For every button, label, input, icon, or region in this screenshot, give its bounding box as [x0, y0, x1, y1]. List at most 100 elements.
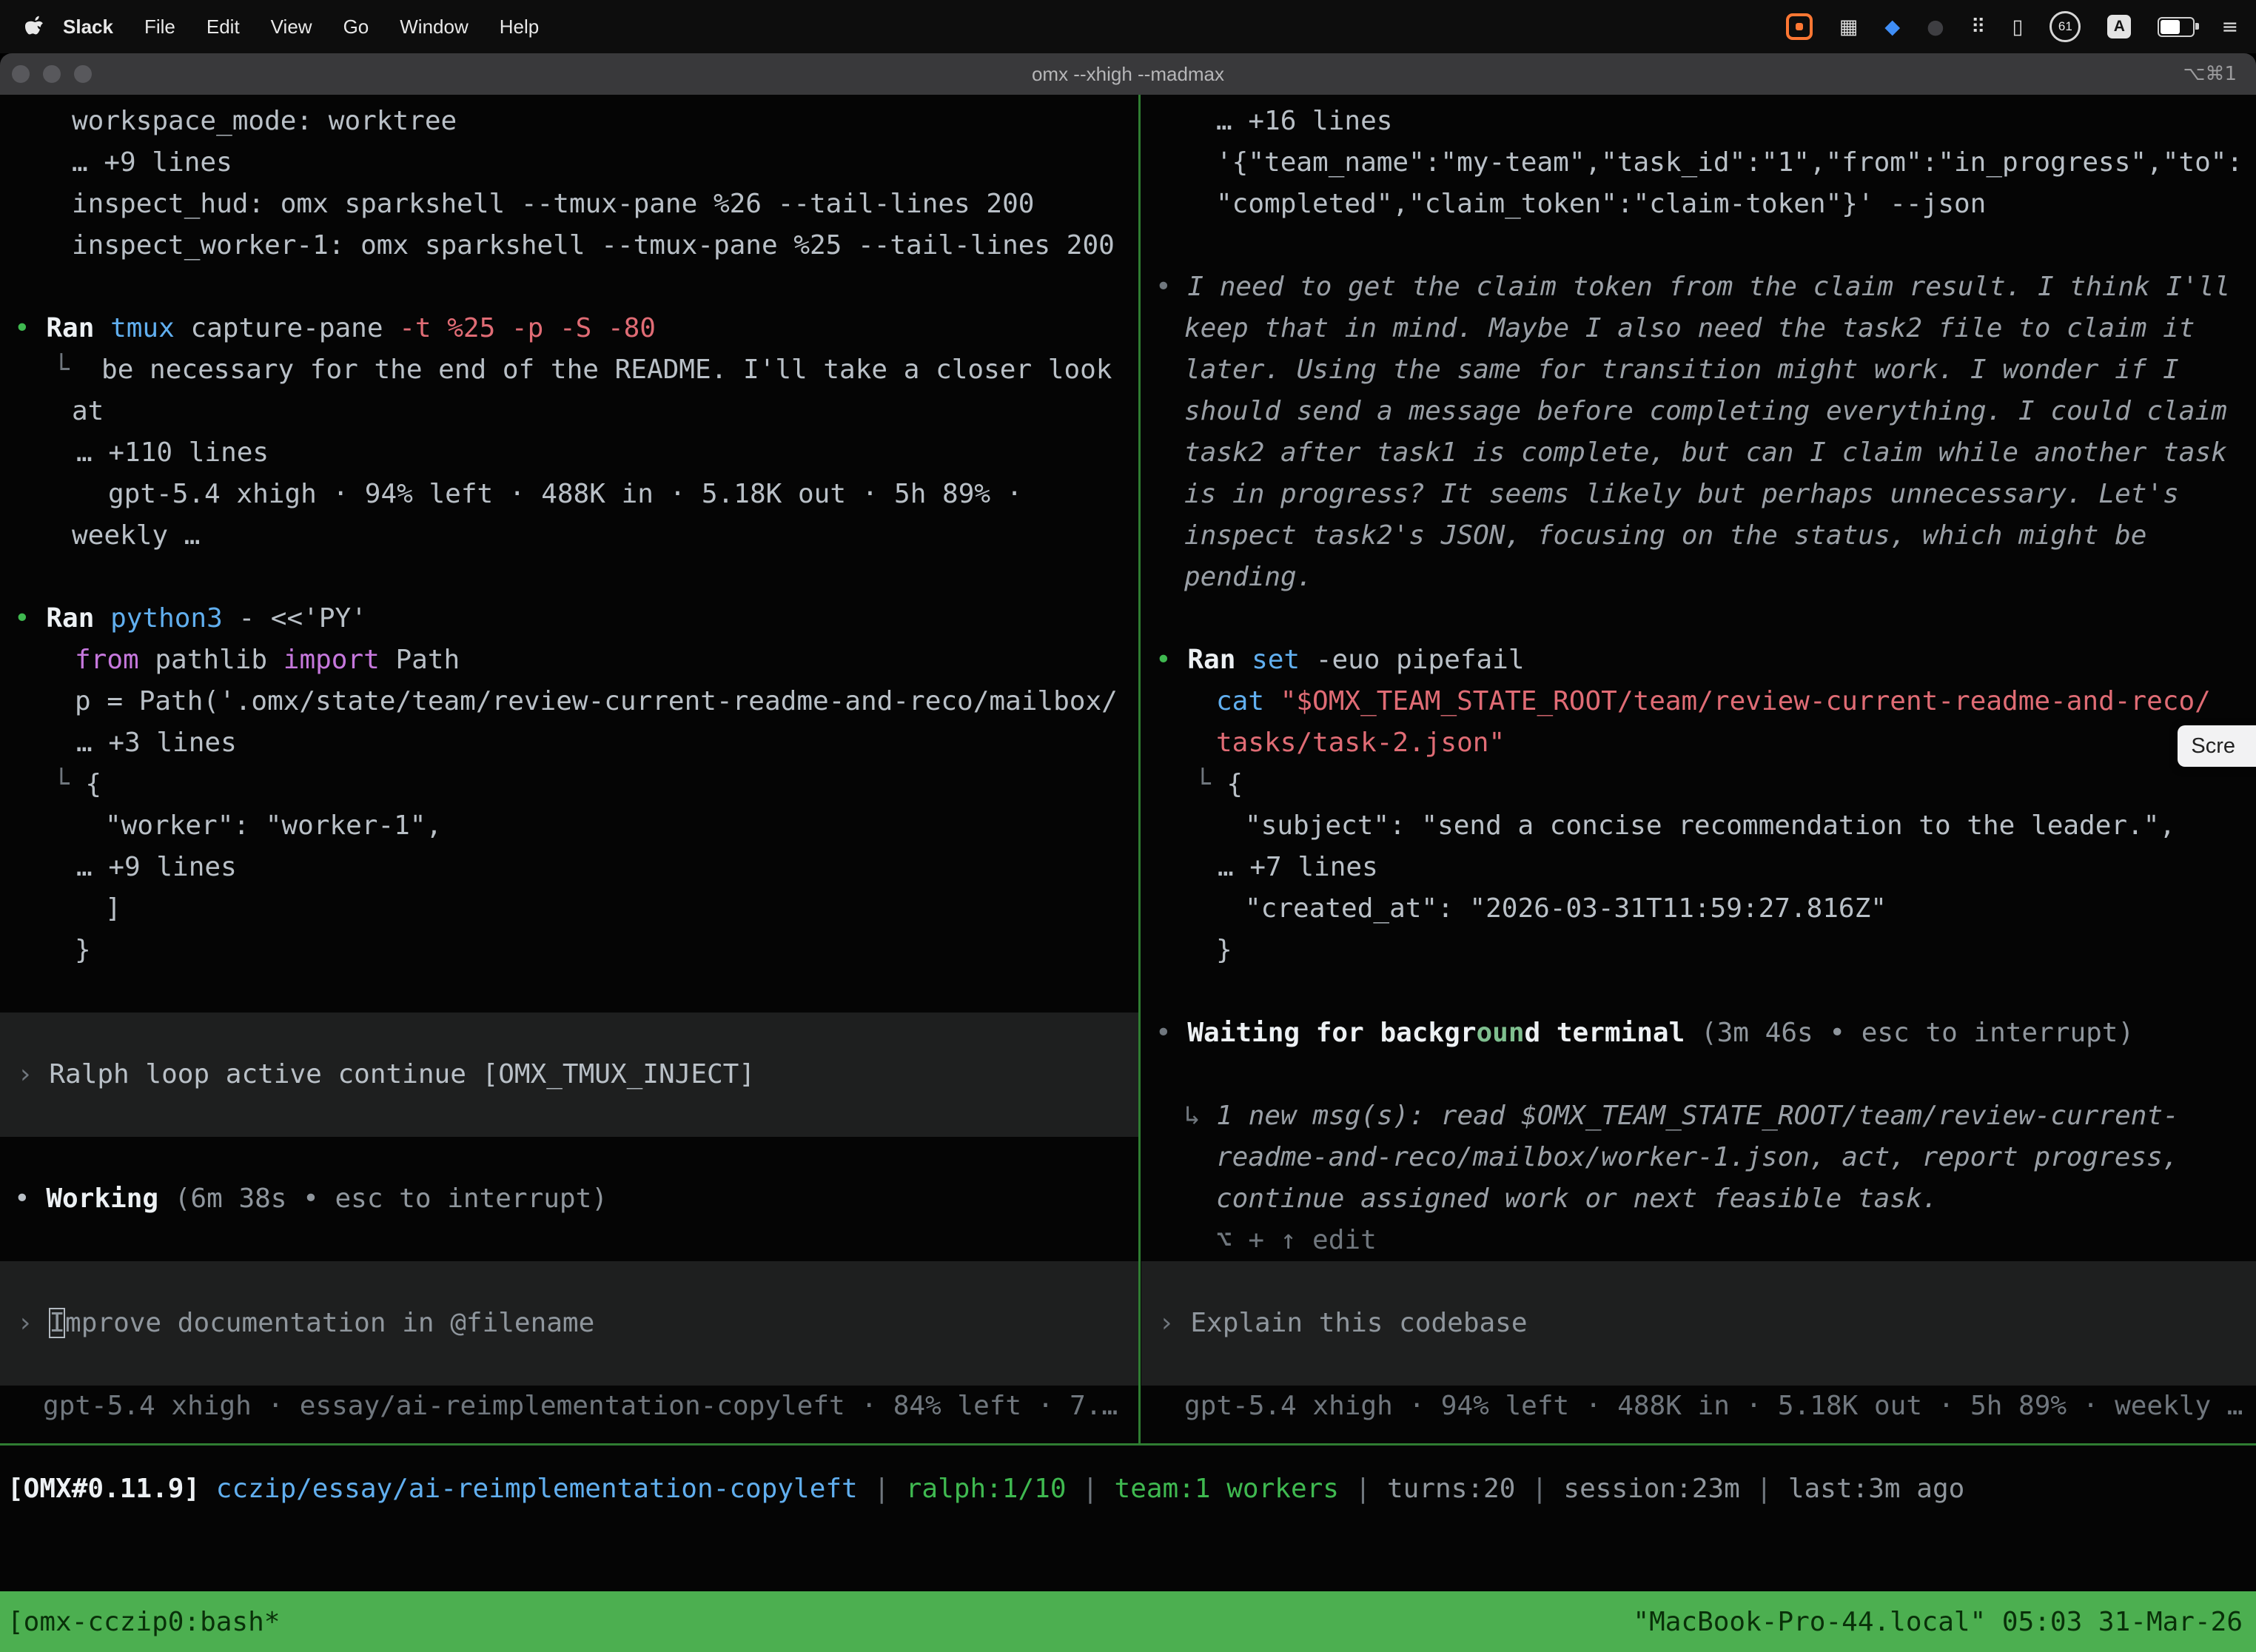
terminal-text: | [1740, 1474, 1788, 1504]
terminal-line: keep that in mind. Maybe I also need the… [1141, 308, 2256, 349]
terminal-text: last:3m ago [1788, 1474, 1964, 1504]
pane-right: … +16 lines '{"team_name":"my-team","task… [1141, 101, 2256, 1427]
terminal-text: pathlib [139, 645, 283, 675]
terminal-line: └ { [0, 764, 1138, 805]
terminal-text: should send a message before completing … [1184, 396, 2227, 426]
terminal-text: continue assigned work or next feasible … [1216, 1183, 1938, 1214]
terminal-text: team:1 workers [1115, 1474, 1339, 1504]
terminal-line: task2 after task1 is complete, but can I… [1141, 432, 2256, 474]
terminal-text: later. Using the same for transition mig… [1184, 355, 2179, 385]
dark-circle-app-icon[interactable]: ● [1927, 16, 1944, 38]
terminal-line: • Ran python3 - <<'PY' [0, 598, 1138, 639]
waiting-status: • Waiting for background terminal (3m 46… [1141, 1013, 2256, 1054]
terminal-text: • [1155, 272, 1187, 302]
terminal-line: p = Path('.omx/state/team/review-current… [0, 681, 1138, 722]
menu-help[interactable]: Help [484, 16, 554, 38]
terminal-text: (3m 46s • esc to interrupt) [1685, 1018, 2134, 1048]
omx-status-line: [OMX#0.11.9] cczip/essay/ai-reimplementa… [7, 1468, 1964, 1510]
terminal-line: … +7 lines [1141, 847, 2256, 888]
terminal-text: inspect task2's JSON, focusing on the st… [1184, 520, 2146, 551]
terminal-line: '{"team_name":"my-team","task_id":"1","f… [1141, 142, 2256, 184]
terminal-line [1141, 225, 2256, 266]
terminal-line: … +110 lines [0, 432, 1138, 474]
menu-status-icons: ▦ ◆ ● ⠿ ▯ 61 A ≡ [1786, 11, 2256, 42]
terminal-text: "created_at": "2026-03-31T11:59:27.816Z" [1245, 893, 1887, 924]
terminal-line: gpt-5.4 xhigh · 94% left · 488K in · 5.1… [0, 474, 1138, 515]
terminal-text: [OMX#0.11.9] [7, 1474, 216, 1504]
terminal-text: p = Path('.omx/state/team/review-current… [75, 686, 1118, 716]
terminal-text: - <<'PY' [223, 603, 367, 634]
pane-left: workspace_mode: worktree … +9 lines inspec… [0, 101, 1138, 1427]
close-button[interactable] [12, 65, 30, 83]
terminal-text: workspace_mode: worktree [72, 106, 457, 136]
terminal-text: weekly … [72, 520, 200, 551]
pane-footer-left: gpt-5.4 xhigh · essay/ai-reimplementatio… [0, 1386, 1138, 1427]
terminal-line: tasks/task-2.json" [1141, 722, 2256, 764]
terminal-line [0, 1344, 1138, 1386]
menu-file[interactable]: File [129, 16, 191, 38]
blue-app-icon[interactable]: ◆ [1884, 16, 1900, 38]
terminal-text: "worker": "worker-1", [105, 810, 442, 841]
terminal-line: "subject": "send a concise recommendatio… [1141, 805, 2256, 847]
terminal-line: … +16 lines [1141, 101, 2256, 142]
grid-icon[interactable]: ▦ [1839, 16, 1859, 38]
input-source-icon[interactable]: A [2107, 15, 2131, 38]
terminal-text: turns:20 [1387, 1474, 1515, 1504]
menu-lines-icon[interactable]: ≡ [2221, 16, 2238, 38]
terminal-text: … +16 lines [1216, 106, 1392, 136]
terminal-text: task2 after task1 is complete, but can I… [1184, 437, 2227, 468]
apple-menu-icon[interactable] [25, 15, 44, 38]
menu-app-slack[interactable]: Slack [47, 16, 129, 38]
pill-icon[interactable]: ▯ [2012, 16, 2024, 38]
terminal-window: omx --xhigh --madmax ⌥⌘1 workspace_mode:… [0, 53, 2256, 1652]
prompt-input-left[interactable]: › Improve documentation in @filename [0, 1303, 1138, 1344]
terminal-text: Working [46, 1183, 158, 1214]
tab-shortcut-hint: ⌥⌘1 [2183, 53, 2237, 95]
terminal-line: continue assigned work or next feasible … [1141, 1178, 2256, 1220]
terminal-content: workspace_mode: worktree … +9 lines inspec… [0, 95, 2256, 1652]
terminal-text: • [1155, 1018, 1187, 1048]
terminal-line [0, 971, 1138, 1013]
terminal-text: is in progress? It seems likely but perh… [1184, 479, 2179, 509]
battery-icon[interactable] [2158, 17, 2195, 37]
terminal-text: inspect_worker-1: omx sparkshell --tmux-… [72, 230, 1115, 261]
terminal-line: from pathlib import Path [0, 639, 1138, 681]
terminal-text: session:23m [1563, 1474, 1739, 1504]
terminal-text: pending. [1184, 562, 1312, 592]
terminal-text: | [1339, 1474, 1387, 1504]
terminal-text: ↳ [1184, 1101, 1216, 1131]
menu-go[interactable]: Go [328, 16, 385, 38]
prompt-input-right[interactable]: › Explain this codebase [1141, 1303, 2256, 1344]
terminal-text: └ [1195, 769, 1226, 799]
terminal-text: › [1158, 1308, 1190, 1338]
terminal-text: "subject": "send a concise recommendatio… [1245, 810, 2175, 841]
ralph-loop-status[interactable]: › Ralph loop active continue [OMX_TMUX_I… [0, 1054, 1138, 1095]
terminal-text: › [17, 1059, 49, 1089]
terminal-line: ] [0, 888, 1138, 930]
tmux-session-label: [omx-cczip0:bash* [7, 1607, 280, 1637]
terminal-text: -euo pipefail [1300, 645, 1524, 675]
menu-edit[interactable]: Edit [191, 16, 255, 38]
screen-recording-indicator-icon[interactable] [1786, 13, 1813, 40]
terminal-line: … +3 lines [0, 722, 1138, 764]
terminal-line: } [0, 930, 1138, 971]
terminal-text: keep that in mind. Maybe I also need the… [1184, 313, 2195, 343]
minimize-button[interactable] [43, 65, 61, 83]
terminal-text: gpt-5.4 xhigh · 94% left · 488K in · 5.1… [108, 479, 1022, 509]
terminal-line [1141, 1261, 2256, 1303]
terminal-text: Ran [1187, 645, 1252, 675]
terminal-text: Path [380, 645, 460, 675]
menu-window[interactable]: Window [384, 16, 483, 38]
pane-footer-right: gpt-5.4 xhigh · 94% left · 488K in · 5.1… [1141, 1386, 2256, 1427]
menu-view[interactable]: View [255, 16, 328, 38]
dots-grid-icon[interactable]: ⠿ [1971, 16, 1986, 38]
battery-percent-badge[interactable]: 61 [2049, 11, 2081, 42]
terminal-text: • [14, 313, 46, 343]
pane-divider-vertical [1138, 95, 1141, 1443]
terminal-text: … +9 lines [76, 852, 237, 882]
terminal-text: } [75, 935, 91, 965]
terminal-text: inspect_hud: omx sparkshell --tmux-pane … [72, 189, 1034, 219]
zoom-button[interactable] [74, 65, 92, 83]
terminal-text: └ [53, 355, 101, 385]
terminal-line: readme-and-reco/mailbox/worker-1.json, a… [1141, 1137, 2256, 1178]
